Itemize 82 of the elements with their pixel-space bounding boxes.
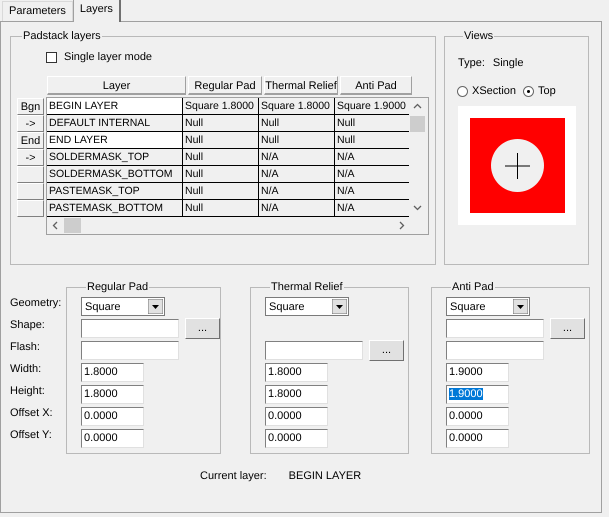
geometry-dropdown[interactable]: Square [81,297,165,316]
input-field[interactable]: 0.0000 [446,407,509,426]
dropdown-arrow-icon[interactable] [332,299,347,314]
browse-button[interactable]: ... [550,318,585,339]
current-layer-value: BEGIN LAYER [288,470,362,482]
layer-button[interactable] [17,200,44,217]
table-cell: Null [183,200,259,216]
input-field[interactable]: 0.0000 [446,429,509,448]
layer-button[interactable]: -> [17,149,44,166]
table-cell: Null [259,115,335,131]
table-cell: Null [183,183,259,199]
table-cell: SOLDERMASK_TOP [47,149,183,165]
group-title: Regular Pad [86,281,150,293]
radio-button[interactable] [457,86,468,96]
column-header[interactable]: Regular Pad [188,76,262,95]
input-field[interactable] [446,319,544,338]
type-value: Single [492,57,524,69]
field-label: Width: [10,362,42,377]
input-field[interactable]: 1.8000 [265,385,328,404]
layer-button[interactable]: -> [17,115,44,132]
layer-button[interactable] [17,183,44,200]
input-field[interactable]: 0.0000 [81,429,144,448]
input-field[interactable] [81,341,179,360]
table-cell: Null [183,132,259,148]
table-cell: Null [259,132,335,148]
group-title: Views [463,30,494,42]
geometry-dropdown[interactable]: Square [446,297,530,316]
table-cell: SOLDERMASK_BOTTOM [47,166,183,182]
layer-button[interactable]: Bgn [17,98,44,115]
table-cell: Square 1.8000 [259,98,335,114]
field-label: Offset Y: [10,428,53,443]
layer-button[interactable] [17,166,44,183]
table-cell: PASTEMASK_BOTTOM [47,200,183,216]
field-label: Geometry: [10,296,62,311]
field-label: Flash: [10,340,41,355]
input-field[interactable] [446,341,544,360]
type-label: Type: [458,57,485,69]
group-title: Anti Pad [451,281,495,293]
table-cell: PASTEMASK_TOP [47,183,183,199]
input-field[interactable]: 0.0000 [81,407,144,426]
dropdown-arrow-icon[interactable] [513,299,528,314]
group-title: Thermal Relief [270,281,344,293]
column-header[interactable]: Anti Pad [340,76,412,95]
radio-label: Top [538,85,556,97]
table-cell: BEGIN LAYER [47,98,183,114]
table-cell: Square 1.8000 [183,98,259,114]
table-cell: N/A [259,200,335,216]
input-field[interactable]: 0.0000 [265,407,328,426]
input-field[interactable]: 0.0000 [265,429,328,448]
input-field[interactable]: 1.8000 [81,363,144,382]
dropdown-arrow-icon[interactable] [148,299,163,314]
layer-button[interactable]: End [17,132,44,149]
radio-button[interactable] [523,86,534,96]
field-label: Offset X: [10,406,54,421]
table-cell: Null [183,115,259,131]
checkbox-label: Single layer mode [64,51,152,63]
current-layer-label: Current layer: [200,470,267,482]
input-field[interactable] [81,319,179,338]
browse-button[interactable]: ... [369,340,404,361]
browse-button[interactable]: ... [185,318,220,339]
input-field[interactable]: 1.9000 [446,363,509,382]
table-cell: N/A [259,149,335,165]
table-cell: DEFAULT INTERNAL [47,115,183,131]
input-field[interactable] [265,341,363,360]
table-cell: END LAYER [47,132,183,148]
column-header[interactable]: Thermal Relief [264,76,338,95]
field-label: Height: [10,384,46,399]
geometry-dropdown[interactable]: Square [265,297,349,316]
table-cell: N/A [259,183,335,199]
checkbox[interactable] [46,52,57,62]
input-field[interactable]: 1.8000 [81,385,144,404]
tab[interactable]: Layers [72,0,121,22]
input-field[interactable]: 1.9000 [446,385,509,404]
group-title: Padstack layers [22,30,102,42]
field-label: Shape: [10,318,46,333]
tab[interactable]: Parameters [2,1,73,21]
table-cell: N/A [259,166,335,182]
input-field[interactable]: 1.8000 [265,363,328,382]
radio-label: XSection [472,85,516,97]
column-header[interactable]: Layer [47,76,186,95]
table-cell: Null [183,166,259,182]
table-cell: Null [183,149,259,165]
